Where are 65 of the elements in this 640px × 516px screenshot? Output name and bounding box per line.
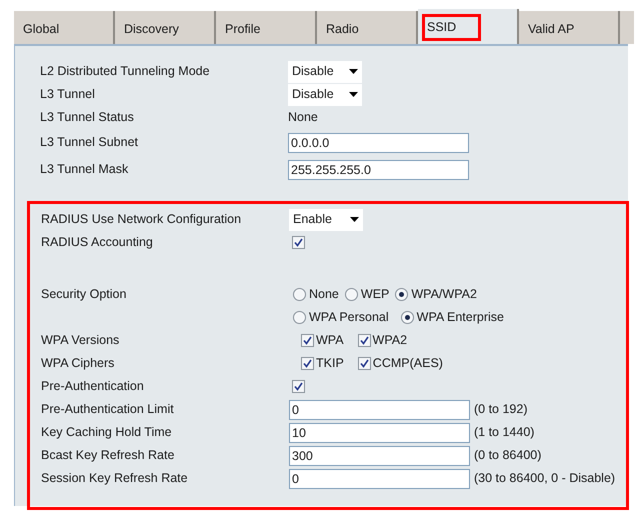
input-field[interactable]: 0 — [289, 468, 470, 488]
checkmark-icon — [303, 359, 312, 368]
checkmark-icon — [360, 359, 369, 368]
field-label: L2 Distributed Tunneling Mode — [40, 63, 211, 80]
field-label: Bcast Key Refresh Rate — [41, 447, 176, 464]
radio-button[interactable] — [344, 288, 358, 300]
field-label: WPA Ciphers — [41, 355, 116, 372]
dropdown[interactable]: Disable — [288, 84, 362, 106]
tab[interactable]: Valid AP — [519, 11, 620, 44]
tab[interactable]: Radio — [317, 11, 418, 44]
checkmark-icon — [303, 336, 312, 345]
checkbox[interactable] — [301, 334, 314, 347]
field-label: L3 Tunnel Subnet — [40, 134, 139, 152]
radio-label: None — [309, 286, 339, 303]
radio-label: WEP — [360, 286, 390, 303]
input-field[interactable]: 255.255.255.0 — [288, 160, 469, 180]
field-label: Pre-Authentication Limit — [41, 401, 175, 418]
checkbox[interactable] — [292, 236, 305, 249]
caret-icon — [350, 217, 359, 222]
dropdown[interactable]: Enable — [289, 208, 363, 230]
checkmark-icon — [294, 382, 303, 391]
input-field[interactable]: 10 — [289, 422, 470, 442]
radio-button[interactable] — [400, 311, 414, 324]
field-label: L3 Tunnel — [40, 86, 96, 104]
field-label: Key Caching Hold Time — [41, 424, 173, 442]
checkbox[interactable] — [358, 357, 371, 370]
checkbox-label: TKIP — [316, 355, 344, 372]
checkbox[interactable] — [292, 380, 305, 393]
input-field[interactable]: 0 — [289, 400, 470, 420]
checkbox-label: WPA2 — [372, 332, 408, 350]
field-label: Pre-Authentication — [41, 378, 145, 396]
range-hint: (0 to 192) — [474, 401, 528, 418]
radio-button[interactable] — [293, 288, 306, 300]
field-label: RADIUS Accounting — [41, 234, 154, 252]
radio-button[interactable] — [395, 288, 408, 300]
dropdown[interactable]: Disable — [288, 60, 362, 82]
tab[interactable]: Global — [14, 11, 115, 44]
tab[interactable]: SSID — [418, 9, 519, 44]
tab[interactable]: Discovery — [115, 11, 216, 44]
tab-stub — [620, 11, 634, 44]
field-label: L3 Tunnel Mask — [40, 161, 130, 178]
caret-icon — [349, 69, 358, 74]
field-value: None — [288, 109, 318, 126]
field-label: RADIUS Use Network Configuration — [41, 211, 242, 228]
checkmark-icon — [360, 336, 369, 345]
radio-label: WPA/WPA2 — [411, 286, 477, 303]
checkbox[interactable] — [358, 334, 371, 347]
field-label: Session Key Refresh Rate — [41, 470, 189, 488]
checkbox[interactable] — [301, 357, 314, 370]
range-hint: (30 to 86400, 0 - Disable) — [474, 470, 616, 488]
field-label: L3 Tunnel Status — [40, 109, 135, 126]
input-field[interactable]: 0.0.0.0 — [288, 132, 469, 152]
input-field[interactable]: 300 — [289, 446, 470, 466]
range-hint: (1 to 1440) — [474, 424, 534, 442]
checkbox-label: WPA — [316, 332, 344, 350]
field-label: Security Option — [41, 286, 128, 303]
radio-label: WPA Enterprise — [416, 309, 504, 326]
tab[interactable]: Profile — [216, 11, 317, 44]
radio-label: WPA Personal — [309, 309, 389, 326]
checkmark-icon — [294, 238, 303, 247]
range-hint: (0 to 86400) — [474, 447, 542, 464]
radio-button[interactable] — [293, 311, 306, 324]
checkbox-label: CCMP(AES) — [372, 355, 443, 372]
field-label: WPA Versions — [41, 332, 120, 350]
caret-icon — [349, 92, 358, 97]
